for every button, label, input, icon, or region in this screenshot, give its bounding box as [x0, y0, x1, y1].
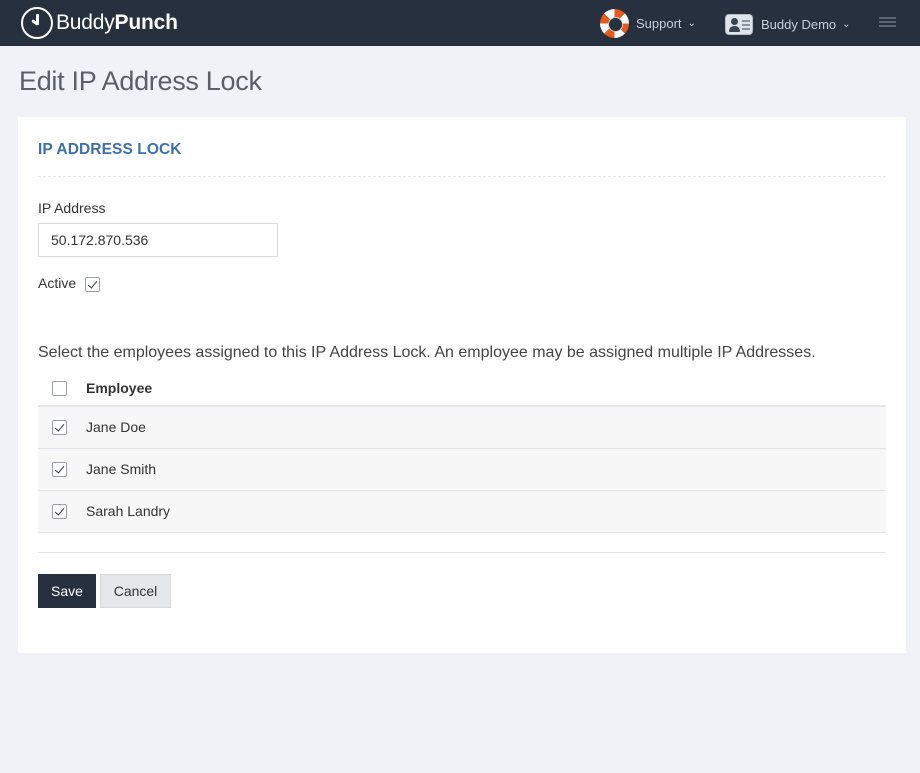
user-card-icon: [725, 13, 753, 35]
ip-address-input[interactable]: [38, 223, 278, 257]
logo-text-light: Buddy: [56, 11, 115, 34]
actions-divider: [38, 552, 886, 553]
active-checkbox[interactable]: [85, 277, 100, 292]
chevron-down-icon: ⌄: [687, 17, 696, 29]
employee-checkbox[interactable]: [52, 462, 67, 477]
user-name: Buddy Demo: [761, 16, 837, 32]
checkmark-icon: [54, 421, 65, 432]
lifebuoy-icon: [600, 8, 629, 38]
chevron-down-icon: ⌄: [842, 18, 851, 30]
employee-name: Sarah Landry: [86, 503, 171, 519]
checkmark-icon: [87, 278, 98, 289]
active-label: Active: [38, 275, 77, 291]
employee-help-text: Select the employees assigned to this IP…: [38, 344, 816, 361]
hamburger-menu-icon[interactable]: [879, 17, 896, 30]
user-menu[interactable]: Buddy Demo ⌄: [725, 12, 851, 36]
top-navbar: BuddyPunch Support ⌄ Buddy Demo ⌄: [0, 0, 920, 46]
employee-name: Jane Doe: [86, 419, 146, 435]
employee-checkbox[interactable]: [52, 504, 67, 519]
section-divider: [38, 176, 886, 177]
buddypunch-logo[interactable]: BuddyPunch: [21, 7, 178, 39]
support-menu[interactable]: Support ⌄: [600, 8, 696, 38]
select-all-checkbox[interactable]: [52, 381, 67, 396]
employee-table-header: Employee: [38, 369, 886, 407]
logo-text: BuddyPunch: [56, 11, 178, 35]
employee-name: Jane Smith: [86, 461, 157, 477]
employee-column-header: Employee: [86, 380, 153, 396]
save-button[interactable]: Save: [38, 574, 96, 608]
table-row: Jane Doe: [38, 407, 886, 449]
clock-logo-icon: [21, 7, 53, 39]
employee-checkbox[interactable]: [52, 420, 67, 435]
support-label: Support: [636, 15, 682, 31]
table-row: Sarah Landry: [38, 491, 886, 533]
page-title: Edit IP Address Lock: [19, 66, 262, 96]
table-row: Jane Smith: [38, 449, 886, 491]
ip-lock-form-card: IP ADDRESS LOCK IP Address Active Select…: [18, 117, 906, 653]
cancel-button[interactable]: Cancel: [100, 574, 171, 608]
ip-address-label: IP Address: [38, 200, 106, 216]
checkmark-icon: [54, 505, 65, 516]
section-title: IP ADDRESS LOCK: [38, 141, 182, 158]
checkmark-icon: [54, 463, 65, 474]
logo-text-bold: Punch: [114, 11, 178, 34]
